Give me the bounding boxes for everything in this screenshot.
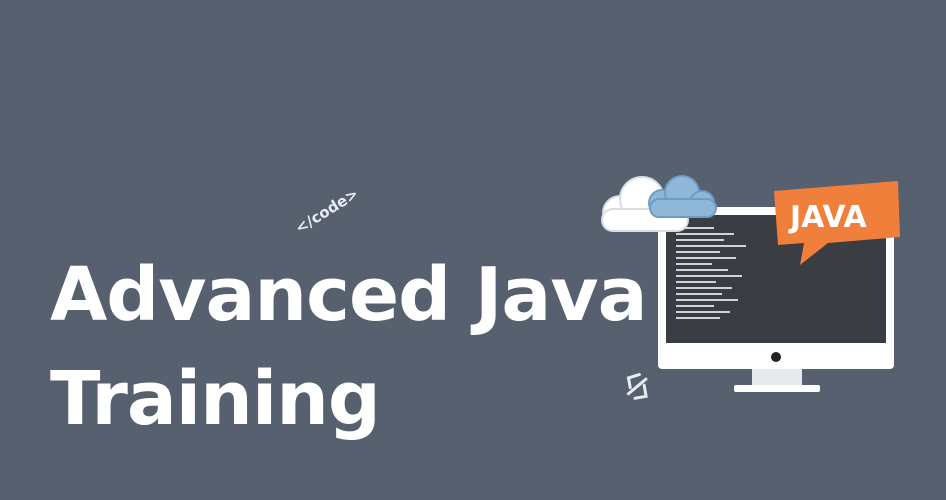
code-tag-icon: </code> (292, 184, 362, 238)
monitor-illustration: JAVA (601, 175, 900, 392)
headline-line-2: Training (50, 356, 381, 442)
svg-text:JAVA: JAVA (788, 200, 868, 235)
headline-line-1: Advanced Java (50, 252, 648, 338)
